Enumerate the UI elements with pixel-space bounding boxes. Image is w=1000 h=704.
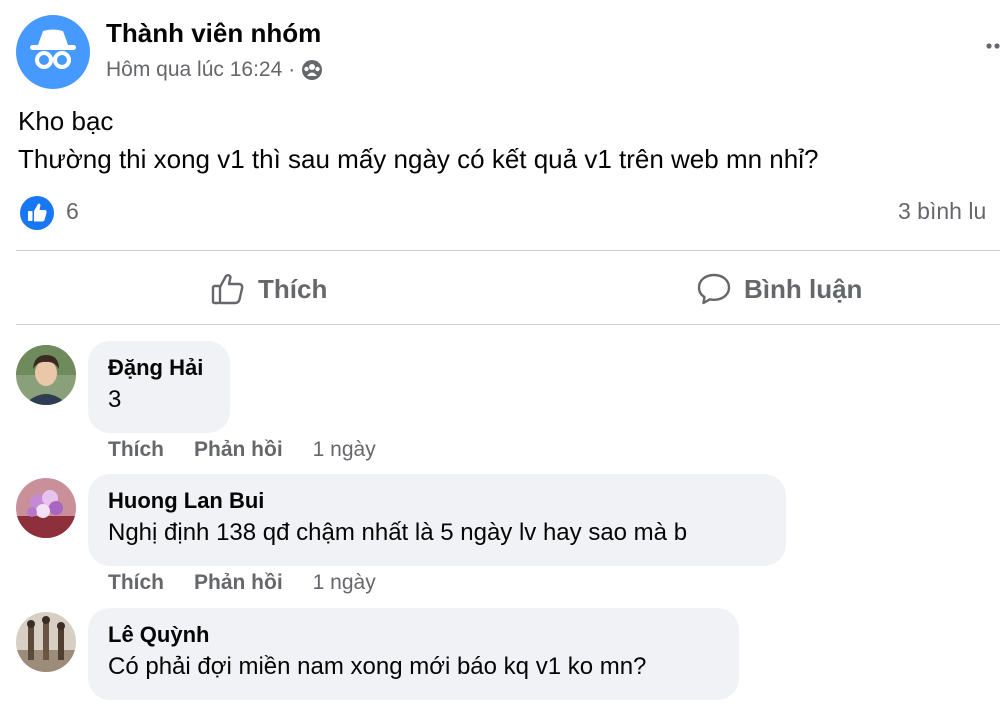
commenter-name[interactable]: Đặng Hải (108, 353, 210, 383)
comment-button-label: Bình luận (744, 273, 863, 304)
post-text-line: Kho bạc (18, 106, 114, 136)
like-reaction-icon[interactable] (20, 196, 54, 230)
comment-actions: Thích Phản hồi 1 ngày (108, 438, 376, 462)
reaction-count[interactable]: 6 (66, 198, 79, 225)
comment-time[interactable]: 1 ngày (313, 438, 376, 462)
divider (16, 250, 1000, 251)
profile-photo-icon (16, 478, 76, 538)
like-button[interactable]: Thích (210, 266, 327, 312)
comment-time[interactable]: 1 ngày (313, 571, 376, 595)
divider (16, 324, 1000, 325)
comment-reply-link[interactable]: Phản hồi (194, 438, 283, 462)
profile-photo-icon (16, 612, 76, 672)
post-timestamp[interactable]: Hôm qua lúc 16:24 (106, 58, 282, 82)
comment-count[interactable]: 3 bình lu (898, 198, 986, 225)
commenter-name[interactable]: Lê Quỳnh (108, 620, 719, 650)
post-meta: Hôm qua lúc 16:24 · (106, 58, 323, 82)
thumbs-up-outline-icon (211, 274, 244, 305)
profile-photo-icon (16, 345, 76, 405)
comment-actions: Thích Phản hồi 1 ngày (108, 571, 376, 595)
post-author-name[interactable]: Thành viên nhóm (106, 18, 321, 49)
comment-like-link[interactable]: Thích (108, 438, 164, 462)
thumbs-up-icon (28, 203, 47, 222)
comment-bubble: Huong Lan Bui Nghị định 138 qđ chậm nhất… (88, 474, 786, 566)
more-options-button[interactable] (984, 26, 1000, 66)
meta-separator: · (288, 58, 296, 81)
comment-text: 3 (108, 386, 122, 413)
like-button-label: Thích (258, 273, 328, 304)
commenter-avatar[interactable] (16, 345, 76, 405)
comment-text: Nghị định 138 qđ chậm nhất là 5 ngày lv … (108, 519, 688, 546)
comment-text: Có phải đợi miền nam xong mới báo kq v1 … (108, 653, 647, 680)
commenter-avatar[interactable] (16, 478, 76, 538)
incognito-icon (30, 29, 76, 69)
comment-bubble: Lê Quỳnh Có phải đợi miền nam xong mới b… (88, 608, 739, 700)
comment-bubble: Đặng Hải 3 (88, 341, 230, 433)
comment-like-link[interactable]: Thích (108, 571, 164, 595)
commenter-avatar[interactable] (16, 612, 76, 672)
comment-reply-link[interactable]: Phản hồi (194, 571, 283, 595)
group-icon[interactable] (301, 59, 323, 81)
post-text-line: Thường thi xong v1 thì sau mấy ngày có k… (18, 144, 819, 174)
commenter-name[interactable]: Huong Lan Bui (108, 486, 766, 516)
comment-button[interactable]: Bình luận (696, 266, 862, 312)
more-dots-icon (986, 43, 1000, 49)
comment-bubble-icon (697, 273, 731, 305)
anonymous-member-avatar[interactable] (16, 15, 90, 89)
